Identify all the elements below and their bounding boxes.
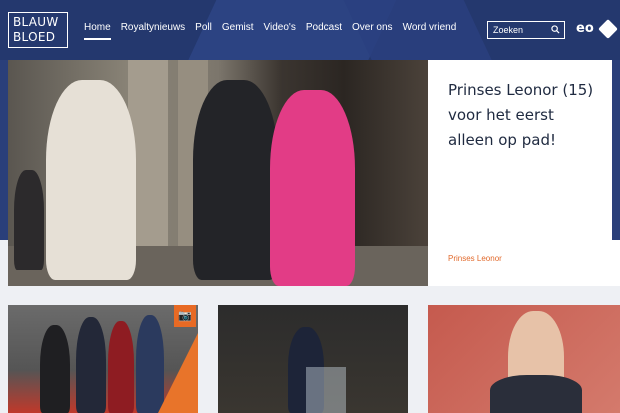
nav-item-home[interactable]: Home — [84, 22, 111, 40]
card-decoration — [158, 333, 198, 413]
logo-line-1: BLAUW — [13, 15, 59, 29]
camera-icon: 📷 — [174, 305, 196, 327]
person-figure — [193, 80, 278, 280]
nav-item-over-ons[interactable]: Over ons — [352, 22, 393, 37]
person-figure — [136, 315, 164, 413]
site-header: BLAUW BLOED Home Royaltynieuws Poll Gemi… — [0, 0, 620, 60]
suit — [490, 375, 582, 413]
nav-item-podcast[interactable]: Podcast — [306, 22, 342, 37]
person-figure — [108, 321, 134, 413]
person-figure — [270, 90, 355, 286]
person-figure — [40, 325, 70, 413]
person-figure — [46, 80, 136, 280]
article-card[interactable] — [428, 305, 620, 413]
hero-article-card[interactable]: Prinses Leonor (15) voor het eerst allee… — [428, 60, 620, 286]
hero-category-tag[interactable]: Prinses Leonor — [448, 254, 502, 263]
page-edge-decoration — [0, 60, 8, 240]
search-placeholder: Zoeken — [493, 25, 524, 35]
search-icon[interactable] — [551, 25, 560, 36]
nav-item-royaltynieuws[interactable]: Royaltynieuws — [121, 22, 185, 37]
nav-item-word-vriend[interactable]: Word vriend — [403, 22, 457, 37]
nav-item-videos[interactable]: Video's — [264, 22, 296, 37]
broadcaster-logo[interactable]: eo — [576, 21, 594, 36]
lectern — [306, 367, 346, 413]
search-input[interactable]: Zoeken — [487, 21, 565, 39]
hero-image[interactable] — [8, 60, 428, 286]
nav-item-poll[interactable]: Poll — [195, 22, 212, 37]
site-logo[interactable]: BLAUW BLOED — [8, 12, 68, 48]
hero-headline[interactable]: Prinses Leonor (15) voor het eerst allee… — [448, 78, 604, 153]
article-card[interactable]: 📷 — [8, 305, 198, 413]
person-figure — [76, 317, 106, 413]
npo-logo-icon[interactable] — [598, 19, 618, 39]
main-nav: Home Royaltynieuws Poll Gemist Video's P… — [84, 22, 457, 40]
hero-edge-decoration — [612, 60, 620, 240]
nav-item-gemist[interactable]: Gemist — [222, 22, 254, 37]
person-figure — [14, 170, 44, 270]
logo-line-2: BLOED — [13, 30, 56, 44]
article-card[interactable] — [218, 305, 408, 413]
